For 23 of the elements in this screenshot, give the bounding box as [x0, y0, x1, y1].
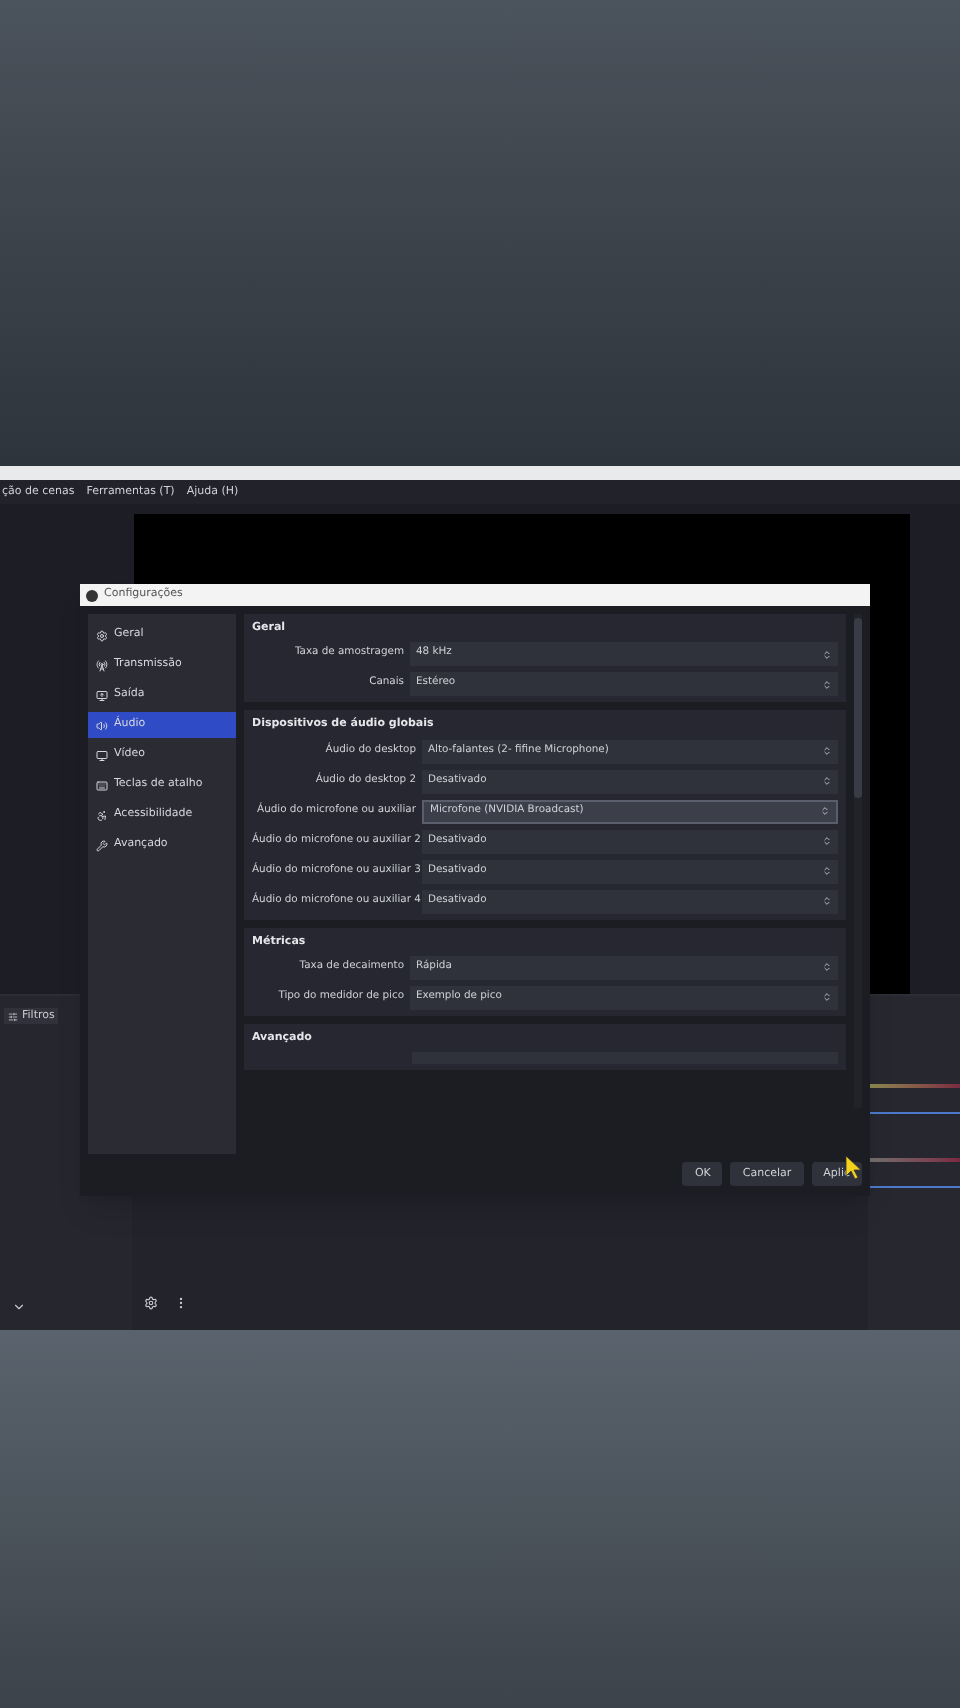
updown-icon — [822, 866, 832, 876]
updown-icon — [822, 896, 832, 906]
chevron-down-icon — [12, 1300, 26, 1314]
updown-icon — [822, 746, 832, 756]
app-logo-icon — [86, 589, 98, 601]
updown-icon — [820, 806, 830, 816]
settings-icon — [96, 629, 108, 641]
monitor-output-icon — [96, 689, 108, 701]
updown-icon — [822, 776, 832, 786]
keyboard-icon — [96, 779, 108, 791]
updown-icon — [822, 992, 832, 1003]
updown-icon — [822, 962, 832, 973]
accessibility-icon — [96, 809, 108, 821]
more-icon[interactable] — [174, 1296, 188, 1310]
monitor-icon — [96, 749, 108, 761]
speaker-icon — [96, 719, 108, 731]
filters-icon — [8, 1011, 18, 1022]
updown-icon — [822, 649, 832, 660]
settings-icon[interactable] — [144, 1296, 158, 1310]
updown-icon — [822, 836, 832, 846]
updown-icon — [822, 679, 832, 690]
antenna-icon — [96, 659, 108, 671]
tools-icon — [96, 839, 108, 851]
